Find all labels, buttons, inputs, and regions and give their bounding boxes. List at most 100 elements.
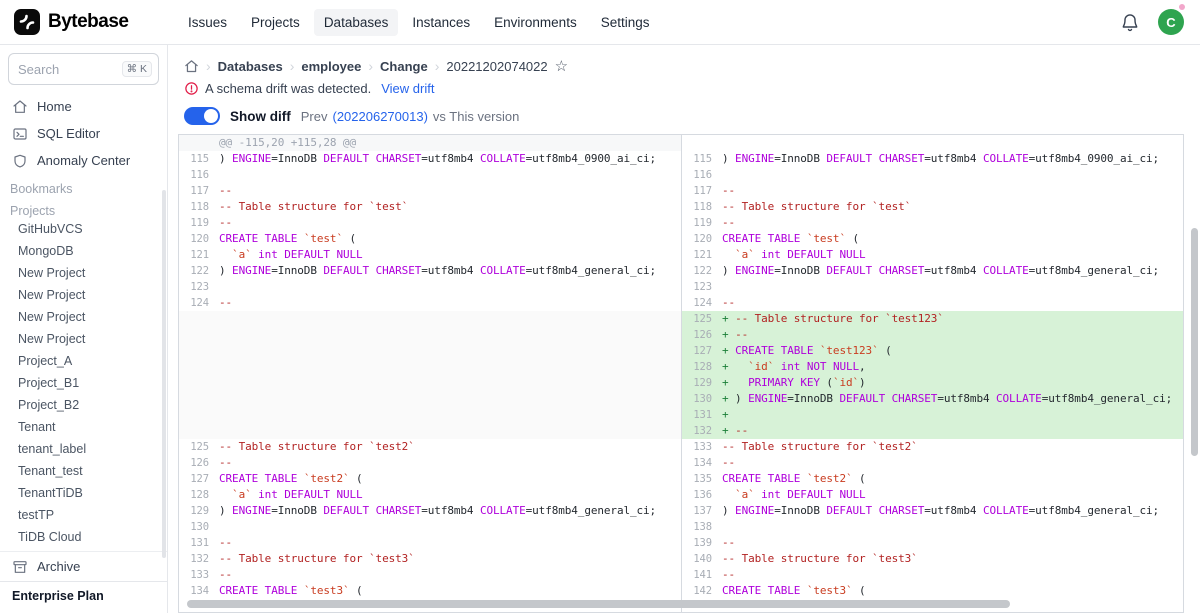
diff-line: 118-- Table structure for `test` xyxy=(682,199,1183,215)
toggle-knob xyxy=(204,109,218,123)
sidebar-project-mongodb[interactable]: MongoDB xyxy=(0,240,167,262)
sidebar-project-new-project[interactable]: New Project xyxy=(0,306,167,328)
line-code: -- xyxy=(217,567,681,583)
diff-line: 122) ENGINE=InnoDB DEFAULT CHARSET=utf8m… xyxy=(179,263,681,279)
topnav-item-settings[interactable]: Settings xyxy=(591,9,660,36)
sidebar-item-anomaly-center[interactable]: Anomaly Center xyxy=(0,147,167,174)
sidebar-project-testtp[interactable]: testTP xyxy=(0,504,167,526)
topnav-item-issues[interactable]: Issues xyxy=(178,9,237,36)
sidebar-item-home[interactable]: Home xyxy=(0,93,167,120)
sidebar-scrollbar[interactable] xyxy=(162,190,166,558)
diff-line: 123 xyxy=(179,279,681,295)
prev-label: Prev xyxy=(301,109,328,124)
sidebar-project-tenant-label[interactable]: tenant_label xyxy=(0,438,167,460)
prev-version-link[interactable]: (202206270013) xyxy=(332,109,427,124)
line-number: 127 xyxy=(682,343,720,359)
sidebar-project-new-project[interactable]: New Project xyxy=(0,262,167,284)
line-number: 133 xyxy=(682,439,720,455)
home-icon[interactable] xyxy=(184,59,199,74)
line-code xyxy=(720,167,1183,183)
bytebase-logo[interactable]: Bytebase xyxy=(0,9,168,35)
view-drift-link[interactable]: View drift xyxy=(381,81,434,96)
line-number: 120 xyxy=(179,231,217,247)
home-icon xyxy=(12,99,28,115)
line-code xyxy=(217,519,681,535)
line-code: CREATE TABLE `test` ( xyxy=(217,231,681,247)
chevron-right-icon: › xyxy=(206,58,211,74)
sidebar-project-project-b2[interactable]: Project_B2 xyxy=(0,394,167,416)
line-number: 118 xyxy=(179,199,217,215)
sidebar-item-sql-editor[interactable]: SQL Editor xyxy=(0,120,167,147)
line-number: 117 xyxy=(179,183,217,199)
line-number: 115 xyxy=(179,151,217,167)
sidebar-project-new-project[interactable]: New Project xyxy=(0,284,167,306)
breadcrumb-item-change[interactable]: Change xyxy=(380,59,428,74)
sidebar-project-project-b1[interactable]: Project_B1 xyxy=(0,372,167,394)
search-input[interactable] xyxy=(18,62,118,77)
diff-line xyxy=(179,391,681,407)
line-number: 133 xyxy=(179,567,217,583)
diff-line: 133-- Table structure for `test2` xyxy=(682,439,1183,455)
line-number: 126 xyxy=(179,455,217,471)
line-number: 128 xyxy=(179,487,217,503)
line-number xyxy=(682,135,720,151)
notification-bell-icon[interactable] xyxy=(1120,12,1140,32)
diff-line: 134CREATE TABLE `test3` ( xyxy=(179,583,681,599)
topnav-item-environments[interactable]: Environments xyxy=(484,9,587,36)
sidebar-project-tenant-test[interactable]: Tenant_test xyxy=(0,460,167,482)
line-number: 124 xyxy=(682,295,720,311)
sidebar: ⌘ K HomeSQL EditorAnomaly Center Bookmar… xyxy=(0,45,168,613)
line-number: 124 xyxy=(179,295,217,311)
breadcrumb-item-databases[interactable]: Databases xyxy=(218,59,283,74)
breadcrumb-item-employee[interactable]: employee xyxy=(301,59,361,74)
line-number xyxy=(179,359,217,375)
sidebar-project-tenant[interactable]: Tenant xyxy=(0,416,167,438)
vs-label: vs This version xyxy=(433,109,519,124)
topnav-item-databases[interactable]: Databases xyxy=(314,9,399,36)
line-number: 117 xyxy=(682,183,720,199)
diff-toolbar: Show diff Prev (202206270013) vs This ve… xyxy=(168,100,1200,125)
line-code: ) ENGINE=InnoDB DEFAULT CHARSET=utf8mb4 … xyxy=(217,151,681,167)
sidebar-project-tidb-cloud[interactable]: TiDB Cloud xyxy=(0,526,167,548)
sidebar-item-archive[interactable]: Archive xyxy=(0,551,167,581)
line-code xyxy=(217,311,681,327)
diff-line xyxy=(179,407,681,423)
section-projects: Projects xyxy=(0,196,167,218)
search-box[interactable]: ⌘ K xyxy=(8,53,159,85)
line-number: 122 xyxy=(179,263,217,279)
diff-line: 115) ENGINE=InnoDB DEFAULT CHARSET=utf8m… xyxy=(682,151,1183,167)
show-diff-toggle[interactable] xyxy=(184,107,220,125)
breadcrumb-item-20221202074022[interactable]: 20221202074022 xyxy=(446,59,547,74)
sidebar-project-tenanttidb[interactable]: TenantTiDB xyxy=(0,482,167,504)
sidebar-project-new-project[interactable]: New Project xyxy=(0,328,167,350)
line-code: -- xyxy=(720,295,1183,311)
line-number: 132 xyxy=(179,551,217,567)
line-number: 142 xyxy=(682,583,720,599)
archive-icon xyxy=(12,559,28,575)
diff-line: 115) ENGINE=InnoDB DEFAULT CHARSET=utf8m… xyxy=(179,151,681,167)
topnav-item-projects[interactable]: Projects xyxy=(241,9,310,36)
line-code: -- xyxy=(720,567,1183,583)
diff-add-marker: + xyxy=(722,344,729,357)
star-icon[interactable]: ☆ xyxy=(555,59,568,74)
line-code: + PRIMARY KEY (`id`) xyxy=(720,375,1183,391)
line-number: 128 xyxy=(682,359,720,375)
sidebar-project-project-a[interactable]: Project_A xyxy=(0,350,167,372)
diff-line: 130+ ) ENGINE=InnoDB DEFAULT CHARSET=utf… xyxy=(682,391,1183,407)
sidebar-project-githubvcs[interactable]: GitHubVCS xyxy=(0,218,167,240)
diff-add-marker: + xyxy=(722,376,729,389)
line-code: -- xyxy=(217,455,681,471)
line-code: ) ENGINE=InnoDB DEFAULT CHARSET=utf8mb4 … xyxy=(720,263,1183,279)
diff-line: 138 xyxy=(682,519,1183,535)
line-code: -- xyxy=(720,183,1183,199)
show-diff-label: Show diff xyxy=(230,109,291,124)
horizontal-scrollbar[interactable] xyxy=(187,600,1010,608)
topnav-item-instances[interactable]: Instances xyxy=(402,9,480,36)
top-navigation-bar: Bytebase IssuesProjectsDatabasesInstance… xyxy=(0,0,1200,45)
page-scrollbar[interactable] xyxy=(1191,228,1198,456)
line-code: -- xyxy=(217,295,681,311)
line-code: CREATE TABLE `test` ( xyxy=(720,231,1183,247)
line-code: + -- Table structure for `test123` xyxy=(720,311,1183,327)
avatar[interactable]: C xyxy=(1158,9,1184,35)
line-number: 115 xyxy=(682,151,720,167)
